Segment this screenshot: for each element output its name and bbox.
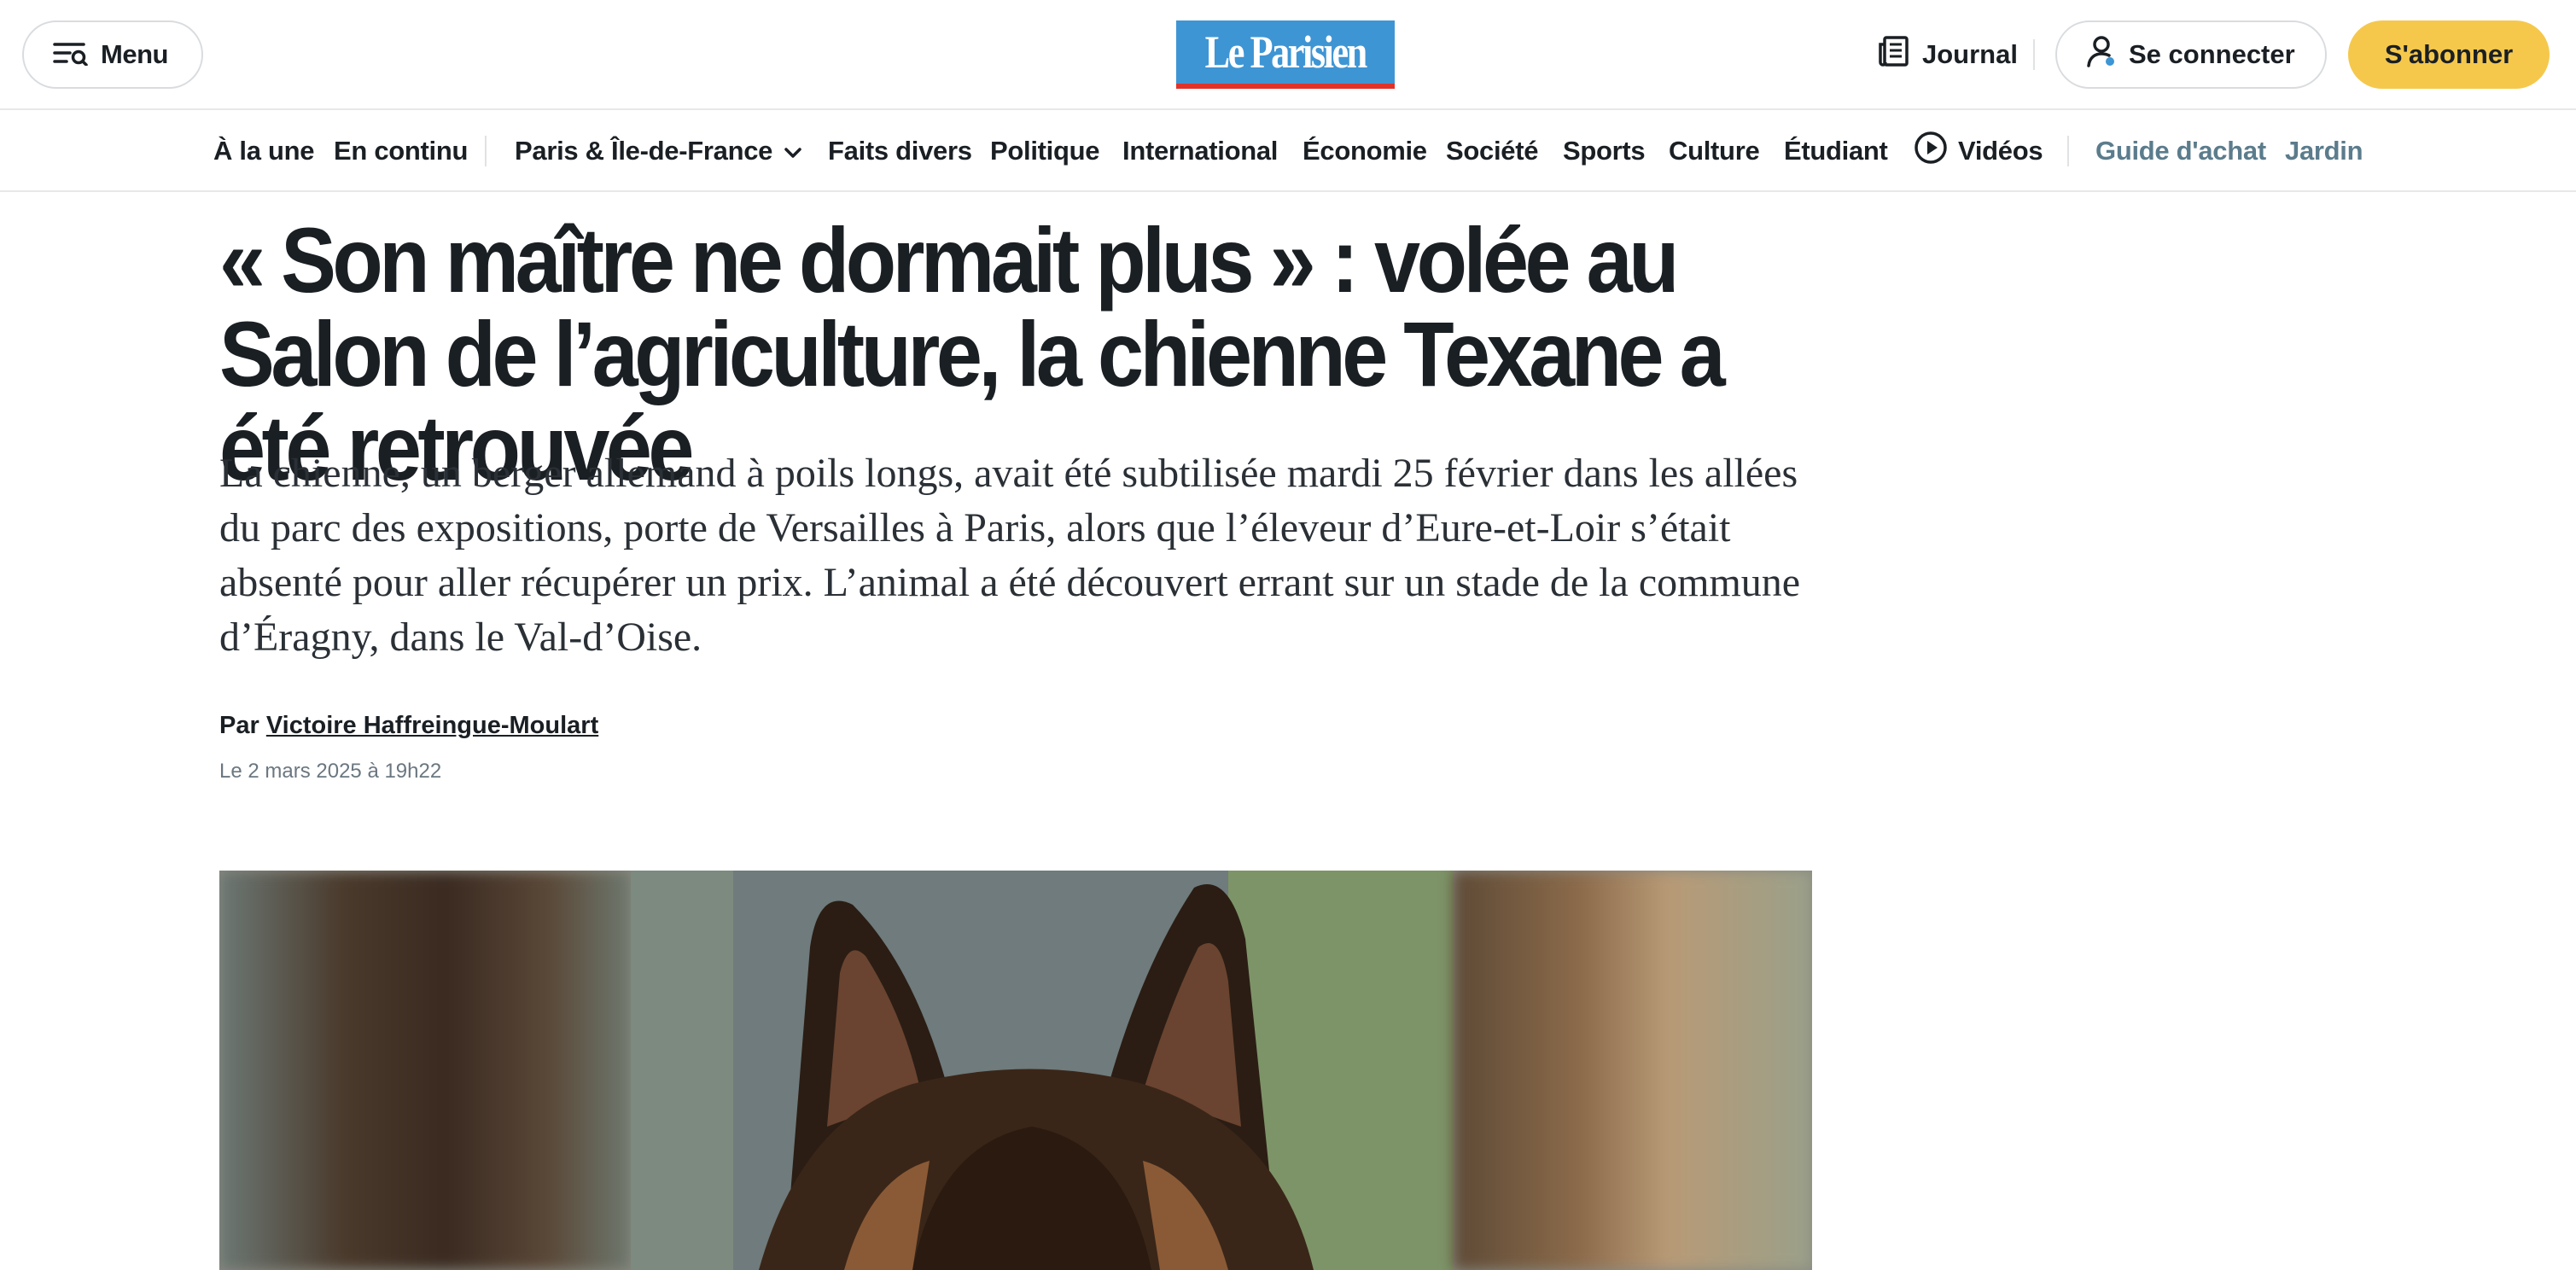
nav-divider xyxy=(485,136,487,166)
photo-blur-right xyxy=(1454,871,1812,1270)
nav-label: Jardin xyxy=(2285,136,2363,166)
nav-item-paris-idf[interactable]: Paris & Île-de-France xyxy=(515,134,803,168)
play-circle-icon xyxy=(1914,131,1948,172)
site-header: Menu Le Parisien Journal Se connecter S'… xyxy=(0,0,2576,110)
nav-label: À la une xyxy=(213,136,315,166)
nav-item-faits-divers[interactable]: Faits divers xyxy=(828,134,972,168)
nav-item-videos[interactable]: Vidéos xyxy=(1914,131,2043,168)
publish-date: Le 2 mars 2025 à 19h22 xyxy=(219,760,442,783)
byline-prefix: Par xyxy=(219,712,259,739)
header-divider xyxy=(2033,39,2035,70)
nav-label: Vidéos xyxy=(1958,136,2043,166)
nav-label: Guide d'achat xyxy=(2095,136,2266,166)
main-nav: À la une En continu Paris & Île-de-Franc… xyxy=(0,112,2576,192)
newspaper-icon xyxy=(1878,36,1910,73)
journal-link[interactable]: Journal xyxy=(1878,31,2018,79)
nav-item-en-continu[interactable]: En continu xyxy=(334,134,468,168)
nav-label: En continu xyxy=(334,136,469,166)
nav-item-culture[interactable]: Culture xyxy=(1669,134,1760,168)
author-link[interactable]: Victoire Haffreingue-Moulart xyxy=(266,712,598,739)
nav-label: International xyxy=(1122,136,1279,166)
subscribe-button[interactable]: S'abonner xyxy=(2348,20,2550,89)
nav-label: Économie xyxy=(1303,136,1427,166)
nav-label: Société xyxy=(1446,136,1539,166)
nav-item-a-la-une[interactable]: À la une xyxy=(213,134,314,168)
menu-button[interactable]: Menu xyxy=(22,20,203,89)
photo-blur-left xyxy=(219,871,631,1270)
article-lead: La chienne, un berger allemand à poils l… xyxy=(219,451,1801,660)
nav-label: Faits divers xyxy=(828,136,972,166)
nav-item-etudiant[interactable]: Étudiant xyxy=(1784,134,1888,168)
nav-label: Étudiant xyxy=(1784,136,1888,166)
logo-text: Le Parisien xyxy=(1204,26,1368,78)
user-icon xyxy=(2086,35,2117,74)
journal-label: Journal xyxy=(1922,39,2018,69)
site-logo[interactable]: Le Parisien xyxy=(1176,20,1395,89)
article-photo xyxy=(219,871,1812,1270)
subscribe-label: S'abonner xyxy=(2384,39,2514,69)
nav-item-economie[interactable]: Économie xyxy=(1303,134,1427,168)
nav-label: Paris & Île-de-France xyxy=(515,136,773,166)
chevron-down-icon xyxy=(783,136,803,166)
dog-photo xyxy=(631,871,1454,1270)
login-button[interactable]: Se connecter xyxy=(2055,20,2327,89)
nav-item-sports[interactable]: Sports xyxy=(1563,134,1646,168)
nav-item-international[interactable]: International xyxy=(1122,134,1278,168)
nav-item-societe[interactable]: Société xyxy=(1446,134,1538,168)
menu-label: Menu xyxy=(101,39,168,69)
nav-label: Sports xyxy=(1563,136,1646,166)
byline: Par Victoire Haffreingue-Moulart xyxy=(219,712,598,740)
nav-label: Culture xyxy=(1669,136,1760,166)
nav-item-jardin[interactable]: Jardin xyxy=(2285,134,2363,168)
nav-divider xyxy=(2067,136,2069,166)
login-label: Se connecter xyxy=(2129,39,2295,69)
nav-item-guide-achat[interactable]: Guide d'achat xyxy=(2095,134,2266,168)
menu-icon xyxy=(53,40,89,70)
nav-label: Politique xyxy=(990,136,1100,166)
nav-item-politique[interactable]: Politique xyxy=(990,134,1099,168)
